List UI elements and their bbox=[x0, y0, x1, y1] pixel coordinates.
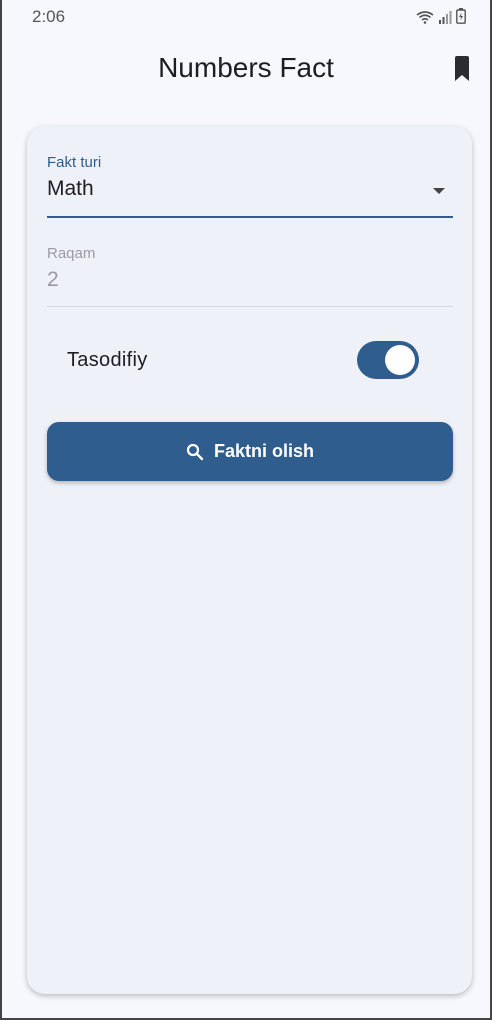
fact-type-value: Math bbox=[47, 177, 94, 200]
number-label: Raqam bbox=[47, 245, 96, 262]
app-title: Numbers Fact bbox=[158, 52, 334, 83]
toggle-thumb bbox=[385, 345, 415, 375]
dropdown-arrow-icon bbox=[433, 188, 445, 194]
bookmark-icon bbox=[455, 56, 469, 81]
fact-type-label: Fakt turi bbox=[47, 154, 102, 171]
battery-icon bbox=[456, 8, 466, 24]
status-bar: 2:06 bbox=[2, 0, 490, 34]
random-toggle[interactable] bbox=[357, 341, 419, 379]
get-fact-button-label: Faktni olish bbox=[213, 441, 314, 461]
search-icon bbox=[186, 443, 204, 460]
status-time: 2:06 bbox=[32, 7, 66, 26]
signal-icon bbox=[439, 11, 452, 24]
number-input[interactable]: Raqam 2 bbox=[47, 245, 453, 307]
fact-type-dropdown[interactable]: Fakt turi Math bbox=[47, 154, 453, 218]
random-switch-label: Tasodifiy bbox=[67, 349, 148, 371]
random-switch-row[interactable]: Tasodifiy bbox=[47, 336, 453, 384]
app-screen: 2:06 Numbers Fact Fakt turi Math Raqam 2… bbox=[0, 0, 492, 1020]
get-fact-button[interactable]: Faktni olish bbox=[47, 422, 453, 481]
wifi-icon bbox=[416, 11, 434, 24]
status-icons bbox=[416, 8, 466, 24]
bookmark-button[interactable] bbox=[450, 55, 474, 83]
fact-form-card: Fakt turi Math Raqam 2 Tasodifiy Faktni … bbox=[27, 126, 472, 994]
app-bar: Numbers Fact bbox=[2, 40, 490, 100]
number-value: 2 bbox=[47, 268, 59, 291]
